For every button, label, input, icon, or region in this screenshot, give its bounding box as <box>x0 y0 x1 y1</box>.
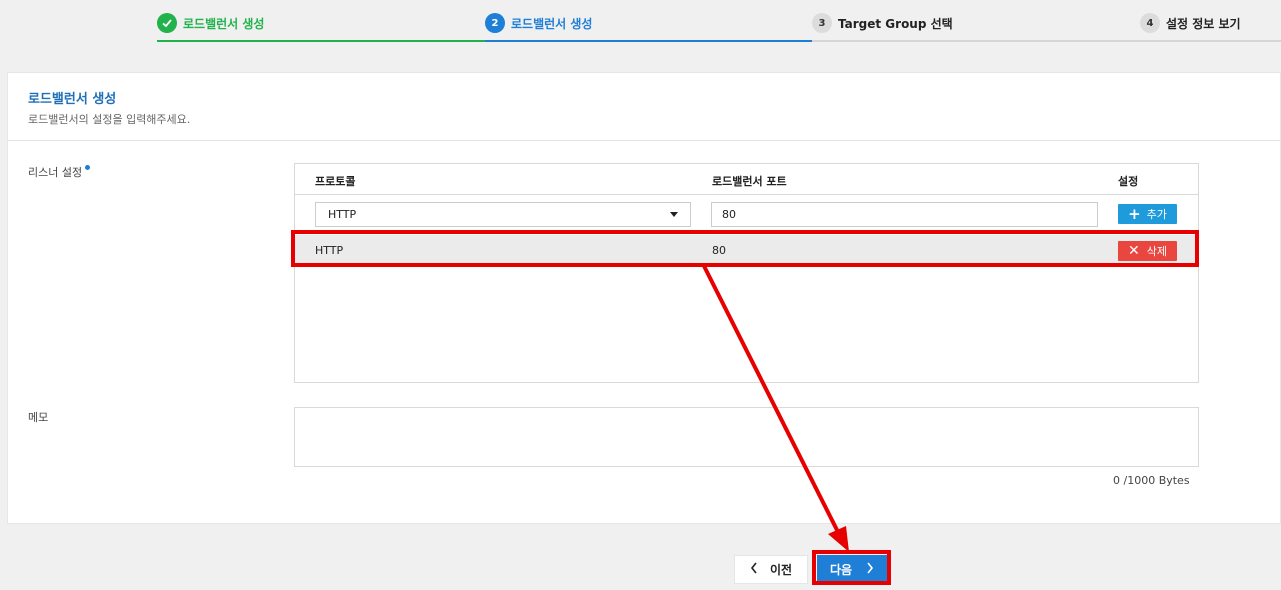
chevron-left-icon <box>750 562 758 577</box>
byte-counter: 0 /1000 Bytes <box>1113 474 1190 487</box>
protocol-select-value: HTTP <box>328 208 357 221</box>
loadbalancer-form-card: 로드밸런서 생성 로드밸런서의 설정을 입력해주세요. 리스너 설정 프로토콜 … <box>7 72 1281 524</box>
step-2-label: 로드밸런서 생성 <box>511 16 593 31</box>
listener-label-text: 리스너 설정 <box>28 166 83 179</box>
step-1[interactable]: 로드밸런서 생성 <box>157 11 264 35</box>
step-2-number: 2 <box>485 13 505 33</box>
caret-down-icon <box>670 212 678 217</box>
step-2-progress-line <box>485 40 812 42</box>
step-3-label: Target Group 선택 <box>838 16 953 31</box>
step-4-label: 설정 정보 보기 <box>1166 16 1241 31</box>
annotation-highlight-next <box>812 550 891 585</box>
add-button-label: 추가 <box>1146 208 1167 221</box>
memo-field-label: 메모 <box>28 411 49 424</box>
listener-table: 프로토콜 로드밸런서 포트 설정 HTTP 80 + 추가 HTTP 80 ✕ … <box>294 163 1199 383</box>
listener-field-label: 리스너 설정 <box>28 164 91 180</box>
required-dot-icon <box>85 165 91 170</box>
column-protocol: 프로토콜 <box>315 175 356 188</box>
memo-textarea[interactable] <box>294 407 1199 467</box>
column-settings: 설정 <box>1118 175 1139 188</box>
column-port: 로드밸런서 포트 <box>712 175 787 188</box>
port-input[interactable]: 80 <box>711 202 1098 227</box>
add-listener-button[interactable]: + 추가 <box>1118 204 1177 224</box>
prev-button-label: 이전 <box>769 563 793 577</box>
step-4[interactable]: 4 설정 정보 보기 <box>1140 11 1241 35</box>
annotation-highlight-row <box>291 230 1199 267</box>
checkmark-icon <box>157 13 177 33</box>
protocol-select[interactable]: HTTP <box>315 202 691 227</box>
plus-icon: + <box>1128 204 1141 223</box>
wizard-stepper: 로드밸런서 생성 2 로드밸런서 생성 3 Target Group 선택 4 … <box>0 0 1281 42</box>
listener-table-header: 프로토콜 로드밸런서 포트 설정 <box>295 164 1198 195</box>
step-1-progress-line <box>157 40 485 42</box>
pending-progress-line <box>812 40 1281 42</box>
step-3[interactable]: 3 Target Group 선택 <box>812 11 953 35</box>
step-2[interactable]: 2 로드밸런서 생성 <box>485 11 592 35</box>
step-1-label: 로드밸런서 생성 <box>183 16 265 31</box>
step-4-number: 4 <box>1140 13 1160 33</box>
divider <box>8 140 1280 141</box>
card-title: 로드밸런서 생성 <box>28 92 117 107</box>
prev-button[interactable]: 이전 <box>734 555 808 584</box>
card-subtitle: 로드밸런서의 설정을 입력해주세요. <box>28 113 191 126</box>
step-3-number: 3 <box>812 13 832 33</box>
